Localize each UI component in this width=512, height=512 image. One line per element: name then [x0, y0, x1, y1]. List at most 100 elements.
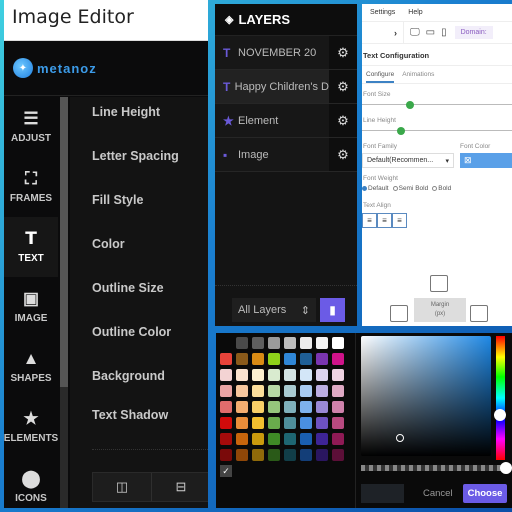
color-swatch[interactable]	[300, 353, 312, 365]
nav-item-adjust[interactable]: ☰ ADJUST	[4, 97, 58, 157]
color-swatch[interactable]	[284, 401, 296, 413]
color-swatch[interactable]	[252, 337, 264, 349]
color-swatch[interactable]	[332, 449, 344, 461]
nav-item-image[interactable]: ▣ IMAGE	[4, 277, 58, 337]
color-swatch[interactable]	[284, 337, 296, 349]
property-background[interactable]: Background	[92, 369, 165, 383]
layer-item[interactable]: T NOVEMBER 20 ⚙	[215, 36, 357, 70]
color-swatch[interactable]	[252, 385, 264, 397]
font-color-button[interactable]: ⊠	[460, 153, 512, 168]
nav-item-icons[interactable]: ⬤ ICONS	[4, 457, 58, 508]
cancel-button[interactable]: Cancel	[423, 488, 453, 499]
color-swatch[interactable]	[316, 353, 328, 365]
layer-item[interactable]: T Happy Children's D ⚙	[215, 70, 357, 104]
color-swatch[interactable]	[332, 385, 344, 397]
color-swatch[interactable]	[236, 433, 248, 445]
margin-top-input[interactable]	[430, 275, 448, 292]
nav-scrollbar[interactable]	[60, 97, 68, 508]
layer-item[interactable]: ★ Element ⚙	[215, 104, 357, 138]
color-swatch[interactable]	[252, 401, 264, 413]
color-swatch[interactable]	[300, 449, 312, 461]
color-swatch[interactable]	[300, 417, 312, 429]
color-swatch[interactable]	[284, 369, 296, 381]
sv-cursor[interactable]	[395, 434, 404, 442]
color-swatch[interactable]	[220, 417, 232, 429]
menu-help[interactable]: Help	[408, 9, 422, 16]
layer-main[interactable]: T Happy Children's D	[215, 70, 329, 103]
color-swatch[interactable]	[332, 353, 344, 365]
color-swatch[interactable]	[252, 417, 264, 429]
delete-layer-button[interactable]: ▮	[320, 298, 345, 322]
color-swatch[interactable]	[268, 449, 280, 461]
color-swatch[interactable]	[300, 369, 312, 381]
color-swatch[interactable]	[268, 417, 280, 429]
font-size-slider[interactable]	[362, 100, 512, 109]
nav-item-frames[interactable]: ⛶ FRAMES	[4, 157, 58, 217]
color-swatch[interactable]	[268, 337, 280, 349]
layer-main[interactable]: ▪ Image	[215, 138, 329, 171]
font-family-select[interactable]: Default(Recommen... ▾	[362, 153, 454, 168]
color-swatch[interactable]	[236, 337, 248, 349]
property-color[interactable]: Color	[92, 237, 125, 251]
layer-main[interactable]: T NOVEMBER 20	[215, 36, 329, 69]
color-swatch[interactable]	[332, 417, 344, 429]
color-swatch[interactable]	[316, 417, 328, 429]
property-outline-size[interactable]: Outline Size	[92, 281, 164, 295]
color-swatch[interactable]	[284, 385, 296, 397]
desktop-icon[interactable]: 🖵	[410, 27, 420, 38]
color-swatch[interactable]	[236, 401, 248, 413]
margin-left-input[interactable]	[390, 305, 408, 322]
margin-right-input[interactable]	[470, 305, 488, 322]
radio-default[interactable]: Default	[362, 185, 389, 192]
color-swatch[interactable]	[268, 385, 280, 397]
color-swatch[interactable]	[332, 433, 344, 445]
color-swatch[interactable]	[220, 353, 232, 365]
color-swatch[interactable]	[220, 385, 232, 397]
color-swatch[interactable]	[220, 433, 232, 445]
color-swatch[interactable]	[332, 369, 344, 381]
flip-horizontal-icon[interactable]: ◫	[93, 473, 152, 501]
radio-semi-bold[interactable]: Semi Bold	[392, 185, 428, 192]
color-swatch[interactable]	[236, 369, 248, 381]
align-right-icon[interactable]: ≡	[392, 213, 407, 228]
property-fill-style[interactable]: Fill Style	[92, 193, 143, 207]
slider-knob[interactable]	[406, 100, 414, 109]
color-swatch[interactable]	[316, 449, 328, 461]
layer-filter-select[interactable]: All Layers ⇕	[232, 298, 316, 322]
color-swatch[interactable]	[268, 401, 280, 413]
tablet-icon[interactable]: ▭	[426, 27, 435, 38]
radio-bold[interactable]: Bold	[432, 185, 451, 192]
color-swatch[interactable]	[252, 353, 264, 365]
domain-label[interactable]: Domain:	[454, 26, 493, 39]
color-swatch[interactable]	[236, 449, 248, 461]
property-letter-spacing[interactable]: Letter Spacing	[92, 149, 179, 163]
color-swatch[interactable]	[220, 369, 232, 381]
color-swatch[interactable]	[268, 369, 280, 381]
color-swatch[interactable]	[268, 433, 280, 445]
color-swatch[interactable]	[316, 433, 328, 445]
gear-icon[interactable]: ⚙	[329, 70, 357, 103]
nav-item-shapes[interactable]: ▲ SHAPES	[4, 337, 58, 397]
choose-button[interactable]: Choose	[463, 484, 507, 503]
color-swatch[interactable]	[332, 337, 344, 349]
color-swatch[interactable]	[316, 369, 328, 381]
color-swatch[interactable]	[316, 337, 328, 349]
color-swatch[interactable]	[252, 449, 264, 461]
color-swatch[interactable]	[220, 337, 232, 349]
property-line-height[interactable]: Line Height	[92, 105, 160, 119]
alpha-slider[interactable]	[361, 465, 504, 471]
color-swatch[interactable]	[268, 353, 280, 365]
line-height-slider[interactable]	[362, 126, 512, 135]
layer-main[interactable]: ★ Element	[215, 104, 329, 137]
color-swatch[interactable]	[236, 417, 248, 429]
color-swatch[interactable]	[316, 401, 328, 413]
scrollbar-thumb[interactable]	[60, 97, 68, 387]
color-swatch[interactable]	[332, 401, 344, 413]
color-swatch[interactable]	[284, 433, 296, 445]
color-swatch[interactable]	[316, 385, 328, 397]
flip-vertical-icon[interactable]: ⊟	[152, 473, 208, 501]
color-swatch[interactable]	[284, 353, 296, 365]
color-swatch[interactable]	[220, 449, 232, 461]
check-icon[interactable]: ✓	[220, 465, 232, 477]
nav-item-text[interactable]: T TEXT	[4, 217, 58, 277]
